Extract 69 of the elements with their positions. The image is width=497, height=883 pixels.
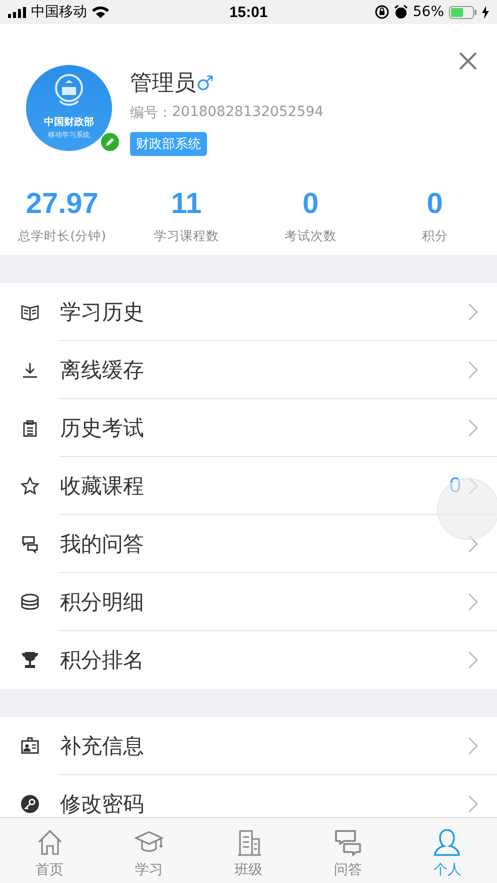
person-icon — [432, 828, 462, 858]
menu-label: 积分明细 — [60, 589, 145, 616]
tab-item[interactable]: 班级 — [198, 818, 298, 883]
chat-icon — [20, 534, 40, 554]
book-icon — [20, 302, 40, 322]
menu-item[interactable]: 学习历史 — [0, 283, 497, 341]
chevron-icon — [467, 794, 479, 814]
chevron-icon — [467, 736, 479, 756]
id-card-icon — [20, 736, 40, 756]
tab-item[interactable]: 问答 — [298, 818, 398, 883]
download-icon — [20, 360, 40, 380]
menu-label: 补充信息 — [60, 733, 145, 760]
chevron-icon — [467, 592, 479, 612]
signal-icon — [8, 6, 26, 18]
menu-item[interactable]: 积分明细 — [0, 573, 497, 631]
tab-item[interactable]: 学习 — [99, 818, 199, 883]
battery-icon — [449, 6, 477, 18]
alarm-icon — [394, 5, 408, 19]
menu-item[interactable]: 历史考试 — [0, 399, 497, 457]
charging-icon — [482, 6, 489, 18]
key-icon — [20, 794, 40, 814]
close-icon[interactable] — [457, 50, 479, 72]
chevron-icon — [467, 534, 479, 554]
clock-time: 15:01 — [229, 4, 268, 20]
menu-label: 离线缓存 — [60, 357, 145, 384]
chevron-icon — [467, 650, 479, 670]
trophy-icon — [20, 650, 40, 670]
system-tag: 财政部系统 — [130, 132, 207, 156]
rotation-lock-icon — [374, 5, 389, 19]
gender-symbol: ♂ — [196, 71, 214, 95]
stat-label: 总学时长(分钟) — [18, 228, 106, 245]
carrier-name: 中国移动 — [31, 3, 87, 21]
wifi-icon — [92, 6, 109, 18]
menu-item[interactable]: 收藏课程 0 — [0, 457, 497, 515]
stat-value[interactable]: 27.97 — [26, 188, 98, 221]
id-number: 20180828132052594 — [172, 104, 324, 122]
avatar-title: 中国财政部 — [44, 116, 94, 129]
chat-icon — [332, 828, 363, 858]
emblem-icon — [54, 73, 84, 107]
battery-percent: 56% — [412, 4, 444, 20]
menu-label: 我的问答 — [60, 531, 145, 558]
menu-label: 学习历史 — [60, 299, 145, 326]
menu-label: 积分排名 — [60, 647, 145, 674]
user-name: 管理员 — [130, 70, 196, 98]
chevron-icon — [467, 360, 479, 380]
menu-item[interactable]: 积分排名 — [0, 631, 497, 689]
stat-label: 考试次数 — [284, 228, 337, 245]
menu-label: 历史考试 — [60, 415, 145, 442]
stat-value[interactable]: 0 — [302, 188, 319, 221]
stat-label: 学习课程数 — [154, 228, 219, 245]
menu-label: 收藏课程 — [60, 473, 145, 500]
stat-label: 积分 — [422, 228, 448, 245]
chevron-icon — [467, 418, 479, 438]
menu-label: 修改密码 — [60, 791, 145, 817]
menu-item[interactable]: 我的问答 — [0, 515, 497, 573]
chevron-icon — [467, 302, 479, 322]
stat-value[interactable]: 11 — [171, 188, 202, 221]
tab-item[interactable]: 首页 — [0, 818, 100, 883]
star-icon — [20, 476, 40, 496]
count-label: 0 — [449, 474, 461, 498]
menu-item[interactable]: 离线缓存 — [0, 341, 497, 399]
stat-value[interactable]: 0 — [426, 188, 443, 221]
edit-icon[interactable] — [100, 132, 120, 152]
id-label: 编号： — [130, 104, 172, 122]
menu-item[interactable]: 补充信息 — [0, 717, 497, 775]
chevron-icon — [467, 476, 479, 496]
coins-icon — [20, 592, 40, 612]
tab-item[interactable]: 个人 — [398, 818, 497, 883]
menu-item[interactable]: 修改密码 — [0, 775, 497, 817]
